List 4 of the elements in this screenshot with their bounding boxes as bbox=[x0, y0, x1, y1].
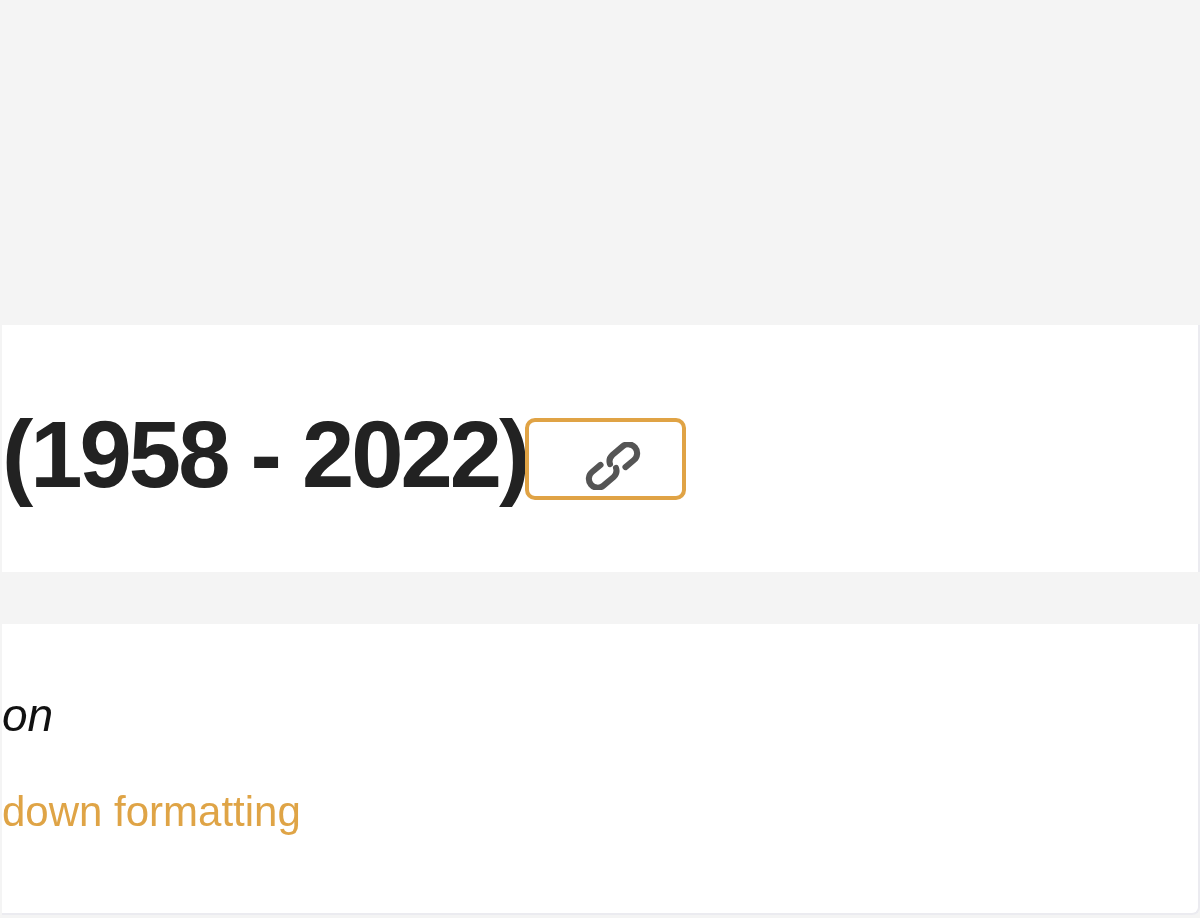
text-link[interactable]: down formatting bbox=[2, 785, 301, 838]
link-button[interactable] bbox=[525, 418, 687, 500]
italic-text: on bbox=[2, 688, 55, 743]
page-title: (1958 - 2022) bbox=[2, 401, 529, 509]
